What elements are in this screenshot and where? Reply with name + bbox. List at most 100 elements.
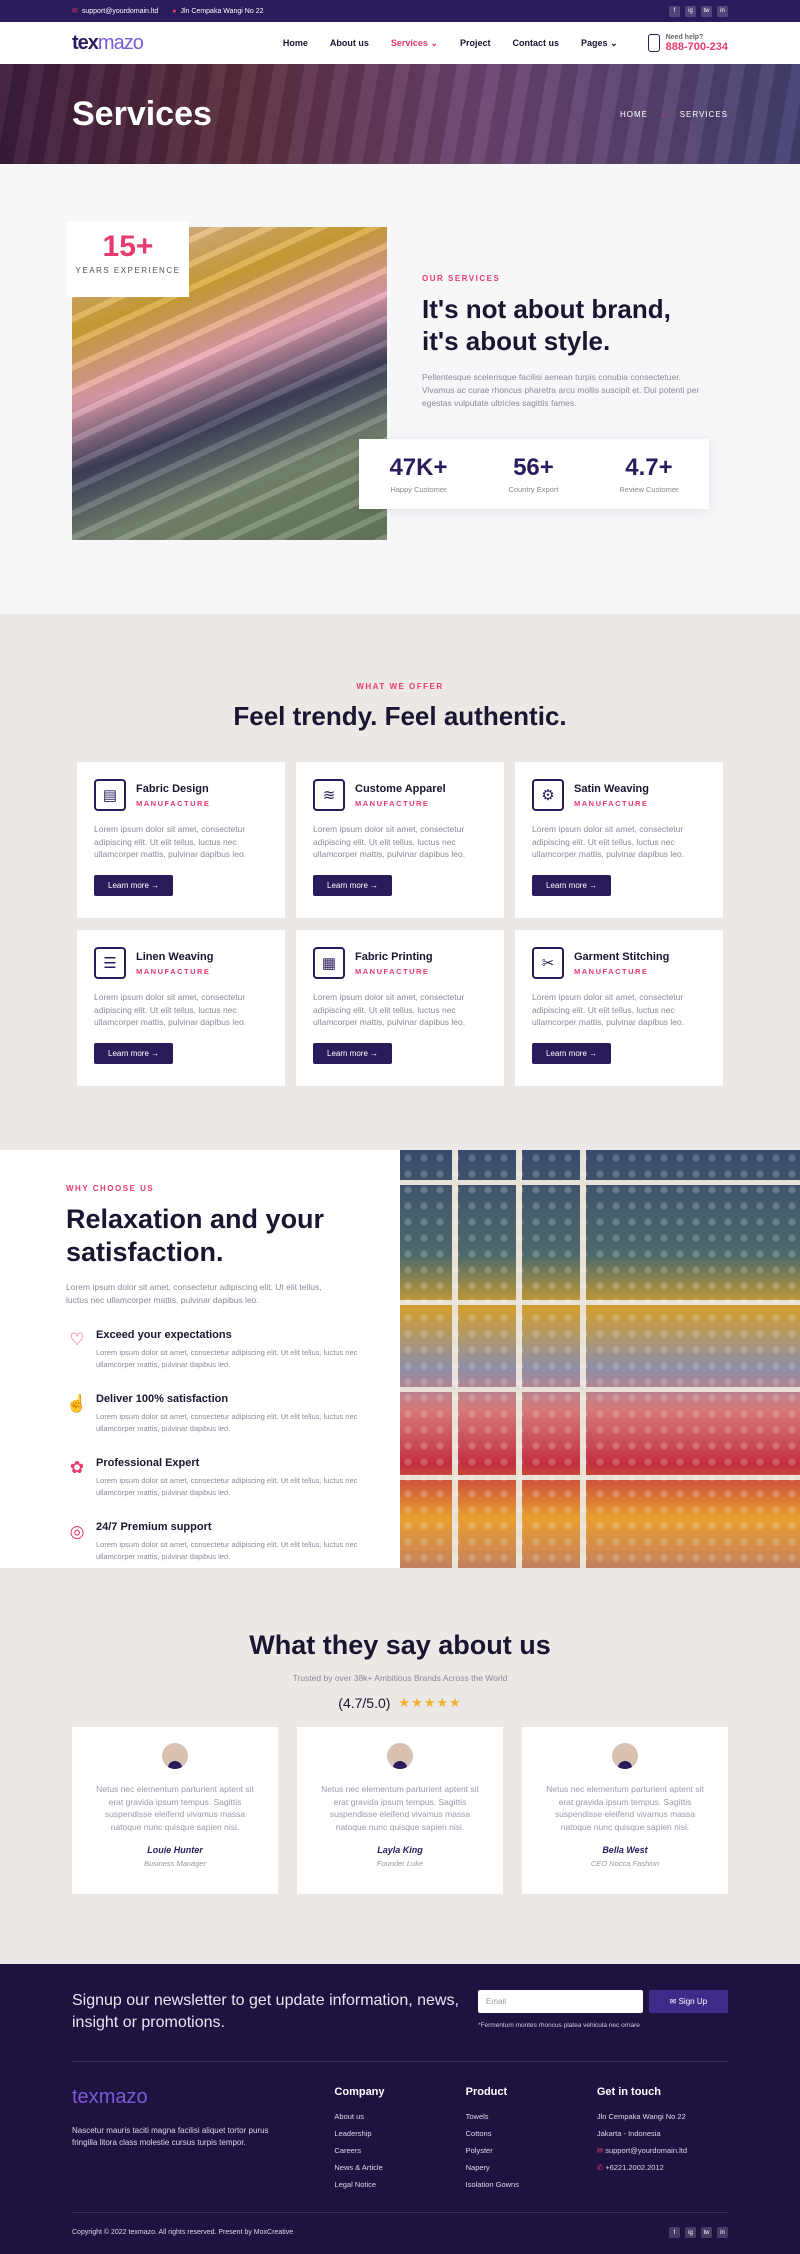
linkedin-icon[interactable]: in — [717, 5, 728, 17]
nav-project[interactable]: Project — [460, 38, 491, 48]
nav-about[interactable]: About us — [330, 38, 369, 48]
nav-contact[interactable]: Contact us — [513, 38, 560, 48]
heart-icon: ♡ — [69, 1330, 85, 1349]
footer-link[interactable]: Towels — [466, 2112, 597, 2121]
sewing-machine-icon: ⚙ — [532, 779, 564, 811]
stitching-machine-icon: ✂ — [532, 947, 564, 979]
location-icon: ● — [172, 7, 177, 15]
twitter-icon[interactable]: tw — [701, 2227, 712, 2238]
chevron-down-icon: ⌄ — [430, 37, 438, 48]
testimonial-card: Netus nec elementum parturient aptent si… — [522, 1727, 728, 1894]
newsletter-email-input[interactable]: Email — [478, 1990, 643, 2013]
support-lifebuoy-icon: ◎ — [69, 1522, 85, 1541]
footer-link[interactable]: Napery — [466, 2163, 597, 2172]
why-section: WHY CHOOSE US Relaxation and your satisf… — [0, 1150, 800, 1568]
contact-address: Jln Cempaka Wangi No 22 — [596, 2112, 686, 2121]
sign-up-button[interactable]: ✉ Sign Up — [648, 1990, 728, 2013]
footer: Signup our newsletter to get update info… — [0, 1964, 800, 2254]
about-text: Pellentesque scelerisque facilisi aenean… — [422, 372, 700, 408]
breadcrumb: HOME › SERVICES — [620, 110, 728, 119]
testimonials-section: What they say about us Trusted by over 3… — [0, 1568, 800, 1964]
logo[interactable]: texmazo — [72, 32, 144, 55]
twitter-icon[interactable]: tw — [701, 5, 712, 17]
feature-item: ♡ Exceed your expectations Lorem ipsum dol… — [66, 1329, 400, 1371]
crumb-current: SERVICES — [679, 109, 728, 119]
stat-item: 56+ Country Export — [508, 454, 559, 494]
facebook-icon[interactable]: f — [669, 5, 680, 17]
learn-more-button[interactable]: Learn more → — [532, 874, 612, 896]
nav-pages[interactable]: Pages ⌄ — [581, 38, 618, 49]
linkedin-icon[interactable]: in — [717, 2227, 728, 2238]
footer-link[interactable]: Leadership — [334, 2129, 465, 2138]
stat-item: 47K+ Happy Customer — [389, 454, 448, 494]
learn-more-button[interactable]: Learn more → — [532, 1042, 612, 1064]
footer-logo[interactable]: texmazo — [72, 2086, 334, 2109]
rating-stars-icon: ★★★★★ — [398, 1695, 462, 1710]
feature-item: ✿ Professional Expert Lorem ipsum dolor si… — [66, 1457, 400, 1499]
why-lead: Lorem ipsum dolor sit amet, consectetur … — [66, 1282, 322, 1305]
footer-link[interactable]: About us — [334, 2112, 465, 2121]
learn-more-button[interactable]: Learn more → — [313, 874, 393, 896]
contact-email[interactable]: ✉ support@yourdomain.ltd — [597, 2146, 728, 2155]
contact-phone[interactable]: ✆ +6221.2002.2012 — [597, 2163, 728, 2172]
learn-more-button[interactable]: Learn more → — [94, 874, 174, 896]
service-card: ✂ Garment Stitching MANUFACTURE Lorem ipsum… — [515, 930, 723, 1086]
mail-icon: ✉ — [596, 2146, 604, 2155]
newsletter-note: *Fermentum montes rhoncus platea vehicul… — [478, 2022, 640, 2029]
page-title: Services — [72, 94, 212, 133]
footer-link[interactable]: Legal Notice — [334, 2180, 465, 2189]
service-card: ⚙ Satin Weaving MANUFACTURE Lorem ipsum dol… — [515, 762, 723, 918]
offer-section: WHAT WE OFFER Feel trendy. Feel authenti… — [0, 614, 800, 1150]
testimonials-subtitle: Trusted by over 38k+ Ambitious Brands Ac… — [292, 1673, 508, 1683]
footer-link[interactable]: Isolation Gowns — [466, 2180, 597, 2189]
nav-home[interactable]: Home — [283, 38, 308, 48]
service-card: ☰ Linen Weaving MANUFACTURE Lorem ipsum dol… — [77, 930, 285, 1086]
phone-icon: ✆ — [596, 2163, 604, 2172]
stat-item: 4.7+ Review Customer — [619, 454, 679, 494]
printing-machine-icon: ▦ — [313, 947, 345, 979]
footer-about: Nascetur mauris taciti magna facilisi al… — [72, 2126, 269, 2147]
footer-link[interactable]: News & Article — [334, 2163, 465, 2172]
years-value: 15+ — [102, 230, 154, 263]
crumb-home[interactable]: HOME — [620, 110, 648, 119]
feature-item: ◎ 24/7 Premium support Lorem ipsum dolor s… — [66, 1521, 400, 1563]
why-title: Relaxation and your satisfaction. — [66, 1204, 325, 1267]
experience-badge: 15+ YEARS EXPERIENCE — [67, 222, 189, 297]
instagram-icon[interactable]: ig — [685, 2227, 696, 2238]
footer-link[interactable]: Cottons — [466, 2129, 597, 2138]
main-nav: texmazo Home About us Services ⌄ Project… — [0, 22, 800, 64]
footer-link[interactable]: Careers — [334, 2146, 465, 2155]
newsletter-form: Email ✉ Sign Up *Fermentum montes rhoncu… — [478, 1990, 728, 2061]
fabric-design-icon: ▤ — [94, 779, 126, 811]
rating-value: (4.7/5.0) — [338, 1695, 391, 1711]
fabric-stack-icon: ☰ — [94, 947, 126, 979]
footer-link[interactable]: Polyster — [466, 2146, 597, 2155]
copyright: Copyright © 2022 texmazo. All rights res… — [72, 2229, 294, 2236]
thumbs-up-icon: ☝ — [66, 1394, 88, 1413]
learn-more-button[interactable]: Learn more → — [313, 1042, 393, 1064]
nav-services[interactable]: Services ⌄ — [391, 38, 438, 49]
help-phone[interactable]: Need help? 888-700-234 — [647, 33, 728, 53]
why-eyebrow: WHY CHOOSE US — [66, 1184, 155, 1193]
yarn-shelves-image — [400, 1150, 800, 1568]
newsletter-text: Signup our newsletter to get update info… — [72, 1992, 459, 2031]
avatar — [387, 1743, 413, 1769]
learn-more-button[interactable]: Learn more → — [94, 1042, 174, 1064]
about-title: It's not about brand, it's about style. — [422, 294, 671, 356]
testimonials-title: What they say about us — [249, 1630, 551, 1660]
facebook-icon[interactable]: f — [669, 2227, 680, 2238]
testimonial-card: Netus nec elementum parturient aptent si… — [72, 1727, 278, 1894]
service-card: ▤ Fabric Design MANUFACTURE Lorem ipsum dol… — [77, 762, 285, 918]
expert-icon: ✿ — [69, 1458, 85, 1477]
offer-eyebrow: WHAT WE OFFER — [356, 682, 444, 691]
help-label: Need help? — [665, 33, 704, 41]
offer-title: Feel trendy. Feel authentic. — [233, 701, 567, 731]
service-card: ≋ Custome Apparel MANUFACTURE Lorem ipsum d… — [296, 762, 504, 918]
top-email[interactable]: support@yourdomain.ltd — [82, 8, 158, 15]
chevron-down-icon: ⌄ — [610, 37, 618, 48]
phone-icon — [647, 34, 660, 52]
feature-item: ☝ Deliver 100% satisfaction Lorem ipsum do… — [66, 1393, 358, 1433]
instagram-icon[interactable]: ig — [685, 5, 696, 17]
stats-box: 47K+ Happy Customer 56+ Country Export 4.7… — [359, 439, 709, 509]
service-card: ▦ Fabric Printing MANUFACTURE Lorem ipsum d… — [296, 930, 504, 1086]
